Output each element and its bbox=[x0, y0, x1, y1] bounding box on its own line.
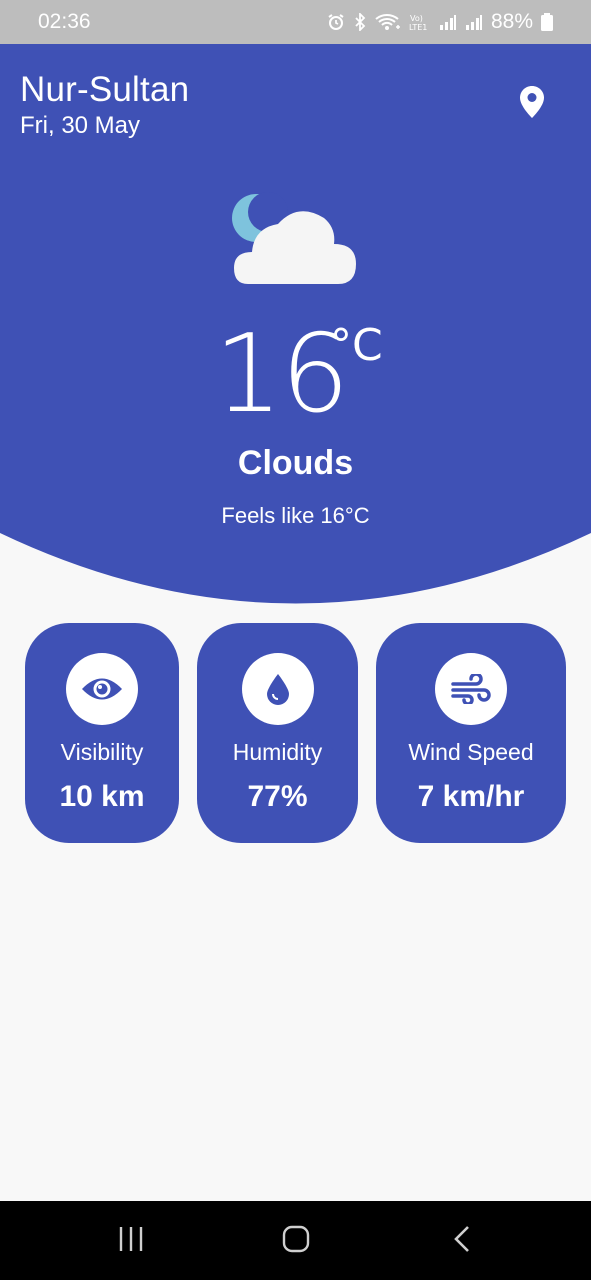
water-drop-icon bbox=[241, 653, 314, 725]
card-value: 10 km bbox=[59, 780, 145, 813]
wind-speed-card: Wind Speed 7 km/hr bbox=[376, 623, 566, 843]
city-name: Nur-Sultan bbox=[20, 70, 190, 109]
card-value: 7 km/hr bbox=[417, 780, 525, 813]
battery-icon bbox=[541, 13, 553, 31]
back-icon bbox=[453, 1225, 471, 1258]
card-label: Humidity bbox=[232, 739, 323, 765]
feels-like-text: Feels like 16°C bbox=[221, 503, 370, 528]
location-pin-icon bbox=[519, 85, 545, 124]
svg-text:Vo): Vo) bbox=[410, 14, 423, 23]
card-value: 77% bbox=[247, 780, 308, 813]
battery-level: 88% bbox=[490, 10, 533, 33]
signal-icon bbox=[439, 13, 457, 31]
recent-apps-button[interactable] bbox=[101, 1221, 161, 1261]
signal-icon bbox=[465, 13, 483, 31]
visibility-card: Visibility 10 km bbox=[25, 623, 179, 843]
status-time: 02:36 bbox=[38, 10, 91, 33]
home-button[interactable] bbox=[266, 1221, 326, 1261]
temperature-unit: °C bbox=[330, 320, 383, 371]
wind-icon bbox=[435, 653, 507, 725]
home-icon bbox=[282, 1225, 310, 1258]
volte-icon: Vo) LTE1 bbox=[409, 13, 431, 31]
card-label: Wind Speed bbox=[408, 739, 534, 765]
current-date: Fri, 30 May bbox=[20, 112, 141, 139]
status-icons: Vo) LTE1 88% bbox=[327, 10, 553, 34]
cloud-moon-icon bbox=[228, 188, 360, 288]
location-button[interactable] bbox=[510, 82, 554, 126]
recent-apps-icon bbox=[117, 1226, 145, 1257]
bluetooth-icon bbox=[353, 13, 367, 31]
svg-text:LTE1: LTE1 bbox=[409, 23, 427, 31]
temperature-display: 16 °C bbox=[0, 320, 591, 430]
humidity-card: Humidity 77% bbox=[197, 623, 358, 843]
back-button[interactable] bbox=[432, 1221, 492, 1261]
wifi-icon bbox=[375, 13, 401, 31]
status-bar: 02:36 Vo) LTE1 88% bbox=[0, 0, 591, 44]
weather-condition: Clouds bbox=[237, 444, 354, 482]
alarm-icon bbox=[327, 13, 345, 31]
temperature-value: 16 bbox=[214, 312, 349, 437]
eye-icon bbox=[66, 653, 138, 725]
card-label: Visibility bbox=[60, 739, 144, 765]
navigation-bar bbox=[0, 1201, 591, 1280]
